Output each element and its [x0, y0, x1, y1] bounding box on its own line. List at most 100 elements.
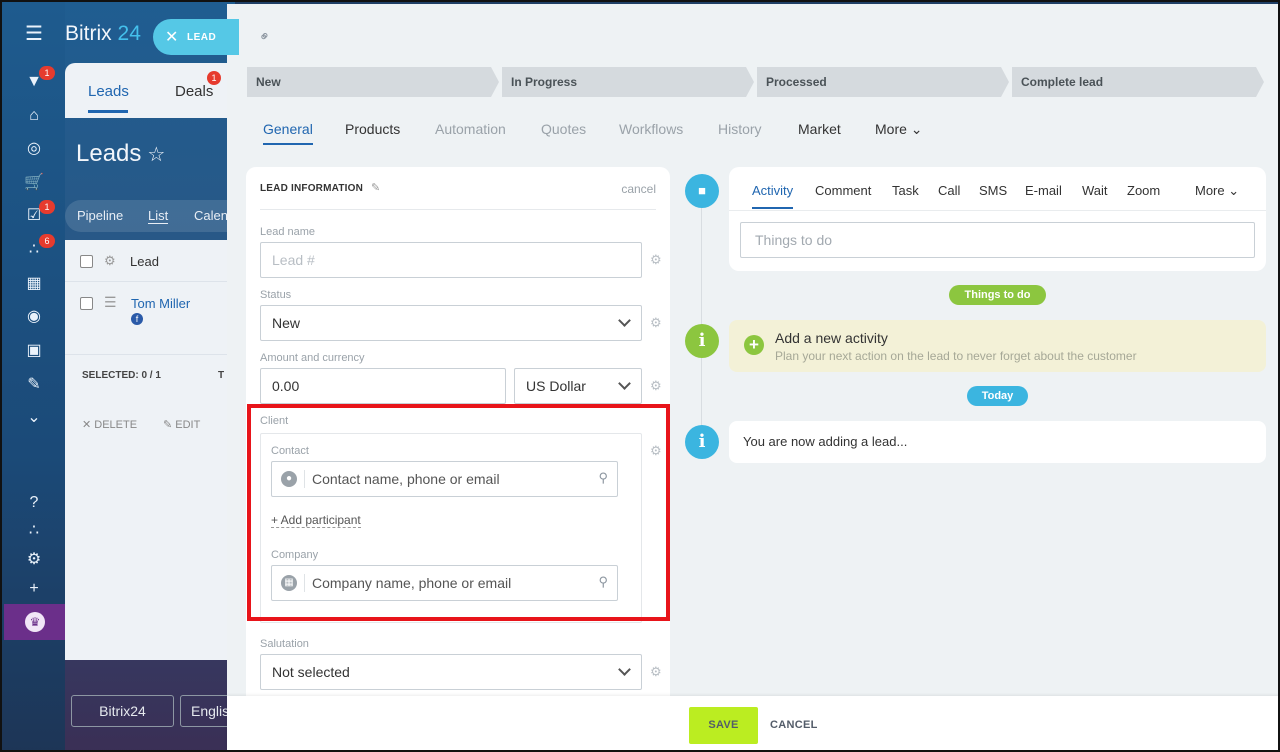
tab-more-activities[interactable]: More ⌄ — [1195, 183, 1239, 199]
lead-slider: ⚭ New In Progress Processed Complete lea… — [227, 4, 1278, 750]
tab-activity[interactable]: Activity — [752, 183, 794, 209]
view-list[interactable]: List — [148, 208, 169, 224]
tab-general[interactable]: General — [263, 121, 313, 145]
add-activity-title: Add a new activity — [775, 330, 888, 346]
sign-icon[interactable]: ✎ — [24, 375, 44, 395]
tab-task[interactable]: Task — [892, 183, 919, 198]
gear-icon[interactable]: ⚙ — [650, 315, 662, 331]
lead-name-link[interactable]: Tom Miller — [131, 296, 190, 311]
tab-more[interactable]: More ⌄ — [875, 121, 923, 138]
status-select[interactable]: New — [260, 305, 642, 341]
selected-counter: SELECTED: 0 / 1 — [82, 370, 161, 381]
cancel-button[interactable]: CANCEL — [770, 707, 818, 744]
gear-icon[interactable]: ⚙ — [104, 253, 116, 269]
link-icon[interactable]: ⚭ — [255, 26, 275, 46]
filter-badge: 1 — [39, 66, 55, 80]
select-all-checkbox[interactable] — [80, 255, 93, 268]
tab-deals[interactable]: Deals — [175, 83, 213, 100]
view-calendar[interactable]: Calen — [194, 208, 228, 223]
tab-zoom[interactable]: Zoom — [1127, 183, 1160, 198]
tasks-badge: 1 — [39, 200, 55, 214]
row-menu-icon[interactable]: ☰ — [104, 294, 117, 311]
amount-label: Amount and currency — [260, 352, 365, 364]
add-icon[interactable]: + — [24, 579, 44, 599]
divider — [260, 209, 656, 210]
divider — [65, 354, 235, 355]
salutation-label: Salutation — [260, 638, 309, 650]
salutation-select[interactable]: Not selected — [260, 654, 642, 690]
tab-automation[interactable]: Automation — [435, 121, 506, 137]
tab-workflows[interactable]: Workflows — [619, 121, 683, 137]
stage-processed[interactable]: Processed — [757, 67, 1009, 97]
screen-frame: ☰ ▼ 1 ⌂ ◎ 🛒 ☑ 1 ∴ 6 ▦ ◉ ▣ ✎ ⌄ ? ∴ ⚙ + ♛ … — [0, 0, 1280, 752]
info-icon: i — [685, 425, 719, 459]
today-badge: Today — [967, 386, 1028, 406]
column-lead[interactable]: Lead — [130, 254, 159, 269]
status-label: Status — [260, 289, 292, 301]
close-icon: ✕ — [165, 29, 179, 46]
save-button[interactable]: SAVE — [689, 707, 758, 744]
settings-icon[interactable]: ⚙ — [24, 550, 44, 570]
plus-icon[interactable]: + — [744, 335, 764, 355]
contacts-icon[interactable]: ▦ — [24, 274, 44, 294]
now-adding-card: You are now adding a lead... — [729, 421, 1266, 463]
tab-products[interactable]: Products — [345, 121, 400, 137]
row-checkbox[interactable] — [80, 297, 93, 310]
gear-icon[interactable]: ⚙ — [650, 378, 662, 394]
stage-complete[interactable]: Complete lead — [1012, 67, 1264, 97]
pencil-icon[interactable]: ✎ — [371, 181, 380, 194]
tab-leads[interactable]: Leads — [88, 83, 129, 113]
chevron-down-icon: ⌄ — [910, 121, 923, 137]
activity-editor: Activity Comment Task Call SMS E-mail Wa… — [729, 167, 1266, 271]
currency-select[interactable]: US Dollar — [514, 368, 642, 404]
box-icon[interactable]: ▣ — [24, 341, 44, 361]
help-icon[interactable]: ? — [24, 493, 44, 513]
stage-new[interactable]: New — [247, 67, 499, 97]
divider — [729, 210, 1266, 211]
page-title: Leads ☆ — [76, 140, 166, 167]
tab-market[interactable]: Market — [798, 121, 841, 137]
client-highlight-box — [247, 404, 670, 621]
things-to-do-badge: Things to do — [949, 285, 1046, 305]
menu-icon[interactable]: ☰ — [24, 24, 44, 44]
edit-button[interactable]: ✎ EDIT — [163, 418, 200, 431]
plan-button[interactable]: ♛ — [4, 604, 65, 640]
robot-icon[interactable]: ◉ — [24, 307, 44, 327]
target-icon[interactable]: ◎ — [24, 139, 44, 159]
facebook-icon: f — [131, 313, 143, 325]
gear-icon[interactable]: ⚙ — [650, 664, 662, 680]
star-icon[interactable]: ☆ — [147, 144, 165, 166]
close-slider-button[interactable]: ✕ LEAD — [153, 19, 239, 55]
tab-quotes[interactable]: Quotes — [541, 121, 586, 137]
sitemap-icon[interactable]: ∴ — [24, 521, 44, 541]
delete-button[interactable]: ✕ DELETE — [82, 418, 137, 431]
things-to-do-input[interactable]: Things to do — [740, 222, 1255, 258]
lead-list: ⚙ Lead ☰ Tom Miller f SELECTED: 0 / 1 T … — [65, 240, 235, 660]
tab-email[interactable]: E-mail — [1025, 183, 1062, 198]
add-activity-subtitle: Plan your next action on the lead to nev… — [775, 349, 1137, 363]
section-title: LEAD INFORMATION — [260, 183, 364, 194]
gear-icon[interactable]: ⚙ — [650, 252, 662, 268]
add-activity-card[interactable]: + Add a new activity Plan your next acti… — [729, 320, 1266, 372]
view-pipeline[interactable]: Pipeline — [77, 208, 123, 223]
home-icon[interactable]: ⌂ — [24, 106, 44, 126]
amount-input[interactable]: 0.00 — [260, 368, 506, 404]
chevron-down-icon — [618, 314, 631, 327]
tab-wait[interactable]: Wait — [1082, 183, 1108, 198]
chevron-down-icon[interactable]: ⌄ — [24, 408, 44, 428]
timeline-line — [701, 179, 702, 454]
network-badge: 6 — [39, 234, 55, 248]
chevron-down-icon: ⌄ — [1228, 183, 1240, 198]
footer-brand-button[interactable]: Bitrix24 — [71, 695, 174, 727]
brand-logo[interactable]: Bitrix 24 — [65, 22, 141, 46]
stage-in-progress[interactable]: In Progress — [502, 67, 754, 97]
lead-name-input[interactable]: Lead # — [260, 242, 642, 278]
action-bar: SAVE CANCEL — [227, 696, 1278, 750]
cart-icon[interactable]: 🛒 — [24, 173, 44, 193]
tab-sms[interactable]: SMS — [979, 183, 1007, 198]
tab-history[interactable]: History — [718, 121, 762, 137]
tab-comment[interactable]: Comment — [815, 183, 871, 198]
tab-call[interactable]: Call — [938, 183, 960, 198]
info-icon: i — [685, 324, 719, 358]
cancel-link[interactable]: cancel — [621, 182, 656, 196]
